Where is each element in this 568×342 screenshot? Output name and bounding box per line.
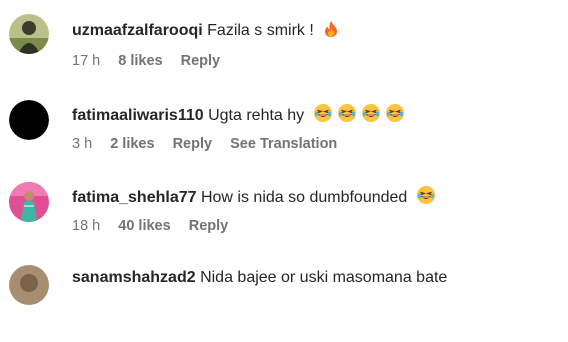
comment-username[interactable]: fatimaaliwaris110: [72, 107, 204, 124]
laughing-emoji-icon: [361, 103, 381, 129]
reply-button[interactable]: Reply: [173, 136, 213, 152]
comment-text: How is nida so dumbfounded: [200, 189, 408, 206]
reply-button[interactable]: Reply: [181, 53, 221, 69]
avatar[interactable]: [9, 100, 49, 140]
comment-item: sanamshahzad2 Nida bajee or uski masoman…: [0, 258, 568, 342]
avatar[interactable]: [9, 265, 49, 305]
laughing-emoji-icon: [337, 103, 357, 129]
fire-icon: [322, 20, 340, 44]
comment-text: Ugta rehta hy: [208, 107, 305, 124]
comment-item: fatima_shehla77 How is nida so dumbfound…: [0, 174, 568, 258]
avatar[interactable]: [9, 182, 49, 222]
laughing-emoji-icon: [385, 103, 405, 129]
comment-text: Nida bajee or uski masomana bate: [200, 269, 448, 286]
likes-count[interactable]: 8 likes: [118, 53, 162, 69]
comment-meta: 17 h 8 likes Reply: [72, 52, 234, 70]
reply-button[interactable]: Reply: [189, 218, 229, 234]
comment-line: fatima_shehla77 How is nida so dumbfound…: [72, 185, 436, 211]
comment-item: fatimaaliwaris110 Ugta rehta hy 3 h 2 li…: [0, 92, 568, 176]
comment-meta: 18 h 40 likes Reply: [72, 217, 242, 235]
comment-username[interactable]: fatima_shehla77: [72, 189, 197, 206]
comment-item: uzmaafzalfarooqi Fazila s smirk ! 17 h 8…: [0, 10, 568, 94]
comment-meta: 3 h 2 likes Reply See Translation: [72, 135, 351, 153]
comment-time: 3 h: [72, 136, 93, 152]
comment-line: sanamshahzad2 Nida bajee or uski masoman…: [72, 268, 447, 288]
see-translation-button[interactable]: See Translation: [230, 136, 337, 152]
laughing-emoji-icon: [313, 103, 333, 129]
comment-text: Fazila s smirk !: [207, 22, 314, 39]
comment-line: fatimaaliwaris110 Ugta rehta hy: [72, 103, 405, 129]
likes-count[interactable]: 2 likes: [110, 136, 154, 152]
avatar[interactable]: [9, 14, 49, 54]
comment-time: 18 h: [72, 218, 101, 234]
comment-line: uzmaafzalfarooqi Fazila s smirk !: [72, 20, 340, 44]
comment-time: 17 h: [72, 53, 101, 69]
likes-count[interactable]: 40 likes: [118, 218, 170, 234]
laughing-emoji-icon: [416, 185, 436, 211]
comment-username[interactable]: uzmaafzalfarooqi: [72, 22, 203, 39]
comment-username[interactable]: sanamshahzad2: [72, 269, 196, 286]
